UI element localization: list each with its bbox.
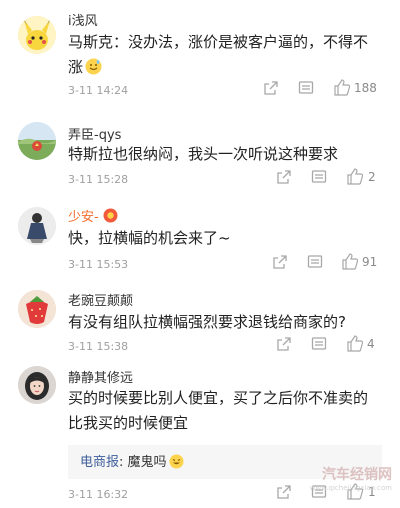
comment-text: 特斯拉也很纳闷，我头一次听说这种要求 — [68, 142, 382, 167]
timestamp: 3-11 16:32 — [68, 488, 129, 501]
share-button[interactable] — [276, 336, 292, 356]
like-count: 91 — [362, 255, 378, 269]
comment-text-content: 快，拉横幅的机会来了~ — [68, 229, 231, 247]
comment-icon — [311, 170, 327, 183]
username[interactable]: 老豌豆颠颠 — [68, 290, 133, 309]
comment-button[interactable] — [307, 254, 323, 274]
sweat-smile-emoji-icon — [85, 58, 102, 83]
grin-emoji-icon — [169, 454, 184, 473]
like-button[interactable] — [341, 253, 359, 274]
comment-text: 买的时候要比别人便宜，买了之后你不准卖的比我买的时候便宜 — [68, 386, 382, 436]
share-button[interactable] — [276, 169, 292, 189]
like-count: 188 — [354, 81, 377, 95]
comment-text-content: 马斯克：没办法，涨价是被客户逼的，不得不涨 — [68, 33, 369, 76]
like-button[interactable] — [346, 168, 364, 189]
share-button[interactable] — [272, 254, 288, 274]
comment-text-content: 特斯拉也很纳闷，我头一次听说这种要求 — [68, 145, 339, 163]
watermark-url: www.qichejingxiao.com — [309, 484, 392, 492]
share-icon — [277, 170, 291, 184]
share-icon — [273, 255, 287, 269]
timestamp: 3-11 14:24 — [68, 84, 129, 97]
timestamp: 3-11 15:53 — [68, 258, 129, 271]
avatar[interactable] — [18, 207, 56, 245]
username[interactable]: 弄臣-qys — [68, 124, 121, 143]
comment-icon — [311, 337, 327, 350]
reply-text: 魔鬼吗 — [127, 455, 167, 470]
avatar[interactable] — [18, 16, 56, 54]
comment-button[interactable] — [311, 336, 327, 356]
avatar[interactable] — [18, 290, 56, 328]
timestamp: 3-11 15:38 — [68, 340, 129, 353]
share-icon — [277, 485, 291, 499]
vip-badge-icon — [103, 208, 118, 227]
reply-username[interactable]: 电商报 — [80, 455, 119, 470]
share-button[interactable] — [276, 484, 292, 504]
comment-icon — [307, 255, 323, 268]
comment-text: 快，拉横幅的机会来了~ — [68, 226, 382, 251]
share-icon — [277, 337, 291, 351]
girl-icon — [18, 366, 56, 404]
figure-icon — [18, 207, 56, 245]
username[interactable]: i浅风 — [68, 10, 98, 29]
like-count: 4 — [367, 337, 375, 351]
thumbs-up-icon — [347, 168, 364, 185]
username-text: 少安- — [68, 210, 99, 225]
like-button[interactable] — [333, 79, 351, 100]
comment-text: 马斯克：没办法，涨价是被客户逼的，不得不涨 — [68, 30, 382, 83]
reply-separator: : — [119, 455, 128, 470]
avatar[interactable] — [18, 122, 56, 160]
thumbs-up-icon — [334, 79, 351, 96]
thumbs-up-icon — [342, 253, 359, 270]
username[interactable]: 少安- — [68, 206, 118, 227]
comment-text-content: 有没有组队拉横幅强烈要求退钱给商家的? — [68, 313, 346, 331]
comment-button[interactable] — [311, 169, 327, 189]
strawberry-icon — [18, 290, 56, 328]
landscape-icon — [18, 122, 56, 160]
watermark-title: 汽车经销网 — [322, 467, 392, 483]
username[interactable]: 静静其修远 — [68, 367, 133, 386]
pikachu-icon — [18, 16, 56, 54]
comment-icon — [298, 81, 314, 94]
timestamp: 3-11 15:28 — [68, 173, 129, 186]
comment-button[interactable] — [298, 80, 314, 100]
watermark: 汽车经销网 www.qichejingxiao.com — [310, 464, 392, 492]
comment-text: 有没有组队拉横幅强烈要求退钱给商家的? — [68, 310, 382, 335]
share-button[interactable] — [263, 80, 279, 100]
like-count: 2 — [368, 170, 376, 184]
comment-text-content: 买的时候要比别人便宜，买了之后你不准卖的比我买的时候便宜 — [68, 389, 369, 432]
avatar[interactable] — [18, 366, 56, 404]
thumbs-up-icon — [347, 335, 364, 352]
share-icon — [264, 81, 278, 95]
like-button[interactable] — [346, 335, 364, 356]
